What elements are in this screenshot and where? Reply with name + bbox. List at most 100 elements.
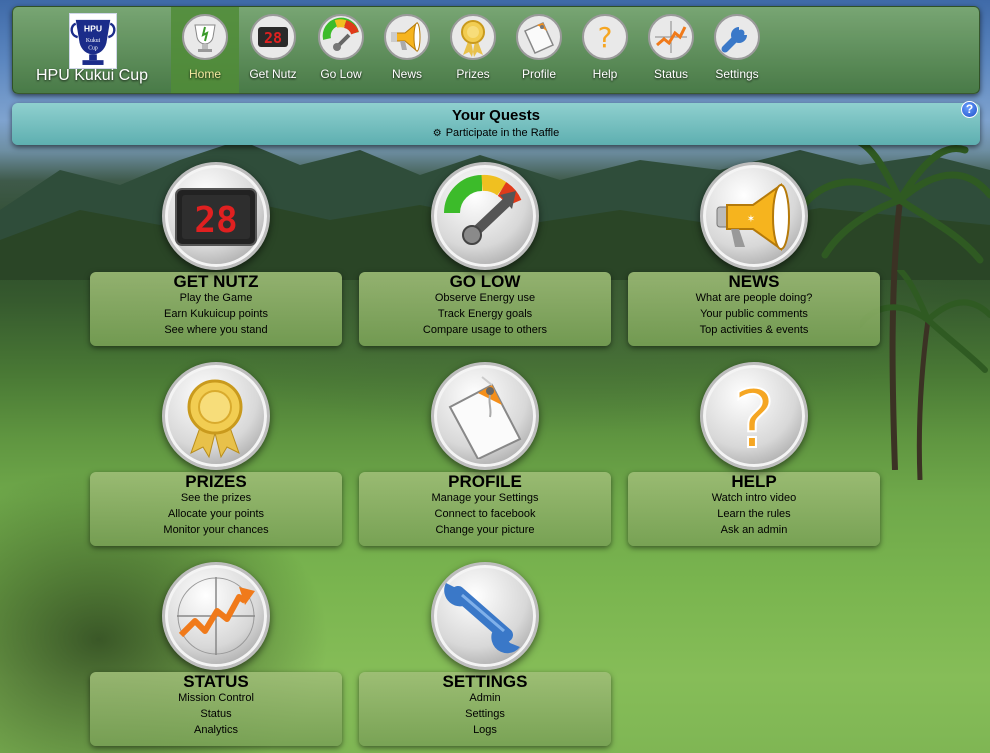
tile-line: Connect to facebook bbox=[434, 508, 536, 520]
tile-line: Admin bbox=[469, 692, 501, 704]
tile-line: Top activities & events bbox=[699, 324, 809, 336]
tile-title: GET NUTZ bbox=[173, 272, 259, 291]
tile-title: HELP bbox=[731, 472, 777, 491]
tile-line: Change your picture bbox=[435, 524, 535, 536]
nav-prizes-label: Prizes bbox=[456, 67, 490, 81]
tile-line: Watch intro video bbox=[711, 492, 797, 504]
tile-profile: PROFILE Manage your Settings Connect to … bbox=[359, 362, 611, 546]
gear-icon: ⚙ bbox=[432, 128, 442, 139]
question-mark-icon: ? bbox=[732, 373, 776, 459]
tile-settings: SETTINGS Admin Settings Logs bbox=[359, 562, 611, 746]
tile-title: PROFILE bbox=[448, 472, 522, 491]
nav-get-nutz-label: Get Nutz bbox=[249, 67, 297, 81]
tile-line: Play the Game bbox=[179, 292, 253, 304]
nav-help-label: Help bbox=[592, 67, 618, 81]
svg-text:Kukui: Kukui bbox=[86, 38, 101, 44]
tile-line: Manage your Settings bbox=[431, 492, 539, 504]
status-button[interactable] bbox=[162, 562, 270, 670]
nav-profile-label: Profile bbox=[521, 67, 556, 81]
nav-settings[interactable]: Settings bbox=[703, 7, 771, 93]
brand-name: HPU Kukui Cup bbox=[35, 67, 149, 84]
help-button[interactable]: ? bbox=[700, 362, 808, 470]
news-card[interactable]: NEWS What are people doing? Your public … bbox=[628, 272, 880, 346]
get-nutz-button[interactable]: 28 bbox=[162, 162, 270, 270]
svg-text:HPU: HPU bbox=[84, 23, 102, 33]
quests-help-button[interactable]: ? bbox=[961, 101, 978, 118]
svg-text:?: ? bbox=[598, 21, 613, 54]
prizes-card[interactable]: PRIZES See the prizes Allocate your poin… bbox=[90, 472, 342, 546]
go-low-button[interactable] bbox=[431, 162, 539, 270]
tile-line: See where you stand bbox=[164, 324, 268, 336]
wrench-icon bbox=[713, 13, 761, 61]
kukui-cup-logo-icon: HPU Kukui Cup bbox=[69, 13, 117, 69]
tile-line: See the prizes bbox=[180, 492, 252, 504]
nav-go-low[interactable]: Go Low bbox=[307, 7, 375, 93]
nav-profile[interactable]: Profile bbox=[505, 7, 573, 93]
energy-gauge-icon bbox=[317, 13, 365, 61]
trophy-icon bbox=[181, 13, 229, 61]
nav-get-nutz[interactable]: 28 Get Nutz bbox=[239, 7, 307, 93]
tile-title: STATUS bbox=[183, 672, 249, 691]
tile-line: Track Energy goals bbox=[437, 308, 533, 320]
megaphone-icon bbox=[383, 13, 431, 61]
ribbon-medal-icon bbox=[187, 379, 243, 459]
settings-card[interactable]: SETTINGS Admin Settings Logs bbox=[359, 672, 611, 746]
tile-line: Allocate your points bbox=[168, 508, 264, 520]
nav-settings-label: Settings bbox=[715, 67, 759, 81]
scoreboard-icon: 28 bbox=[249, 13, 297, 61]
prizes-button[interactable] bbox=[162, 362, 270, 470]
megaphone-icon: ✶ bbox=[716, 183, 790, 251]
tile-line: Status bbox=[200, 708, 232, 720]
tile-prizes: PRIZES See the prizes Allocate your poin… bbox=[90, 362, 342, 546]
chart-icon bbox=[177, 577, 255, 655]
quests-title: Your Quests bbox=[451, 107, 541, 124]
top-navigation-bar: HPU Kukui Cup HPU Kukui Cup Home 28 Get … bbox=[12, 6, 980, 94]
wrench-icon bbox=[444, 583, 520, 654]
get-nutz-card[interactable]: GET NUTZ Play the Game Earn Kukuicup poi… bbox=[90, 272, 342, 346]
scoreboard-digits: 28 bbox=[194, 200, 237, 241]
tile-title: SETTINGS bbox=[442, 672, 528, 691]
tile-line: Analytics bbox=[193, 724, 239, 736]
tile-line: Observe Energy use bbox=[434, 292, 536, 304]
tile-title: NEWS bbox=[728, 272, 780, 291]
profile-button[interactable] bbox=[431, 362, 539, 470]
tile-help: ? HELP Watch intro video Learn the rules… bbox=[628, 362, 880, 546]
help-card[interactable]: HELP Watch intro video Learn the rules A… bbox=[628, 472, 880, 546]
chart-icon bbox=[647, 13, 695, 61]
tile-line: Ask an admin bbox=[720, 524, 788, 536]
nav-status[interactable]: Status bbox=[637, 7, 705, 93]
svg-text:?: ? bbox=[733, 373, 775, 459]
news-button[interactable]: ✶ bbox=[700, 162, 808, 270]
tile-line: Compare usage to others bbox=[422, 324, 548, 336]
nav-news-label: News bbox=[391, 67, 422, 81]
tile-get-nutz: 28 GET NUTZ Play the Game Earn Kukuicup … bbox=[90, 162, 342, 346]
nav-prizes[interactable]: Prizes bbox=[439, 7, 507, 93]
tile-go-low: GO LOW Observe Energy use Track Energy g… bbox=[359, 162, 611, 346]
tile-line: Earn Kukuicup points bbox=[164, 308, 268, 320]
tile-line: What are people doing? bbox=[695, 292, 813, 304]
tile-line: Mission Control bbox=[178, 692, 254, 704]
id-tag-icon bbox=[515, 13, 563, 61]
tile-status: STATUS Mission Control Status Analytics bbox=[90, 562, 342, 746]
tile-line: Monitor your chances bbox=[163, 524, 269, 536]
nav-news[interactable]: News bbox=[373, 7, 441, 93]
settings-button[interactable] bbox=[431, 562, 539, 670]
quest-item-label: Participate in the Raffle bbox=[445, 127, 560, 139]
tile-news: ✶ NEWS What are people doing? Your publi… bbox=[628, 162, 880, 346]
question-mark-icon: ? bbox=[581, 13, 629, 61]
nav-home-label: Home bbox=[188, 67, 221, 81]
svg-text:✶: ✶ bbox=[747, 214, 755, 225]
nav-help[interactable]: ? Help bbox=[571, 7, 639, 93]
quest-item[interactable]: ⚙ Participate in the Raffle bbox=[12, 127, 980, 139]
scoreboard-digits-small: 28 bbox=[264, 29, 282, 47]
status-card[interactable]: STATUS Mission Control Status Analytics bbox=[90, 672, 342, 746]
nav-home[interactable]: Home bbox=[171, 7, 239, 93]
tile-line: Learn the rules bbox=[717, 508, 791, 520]
tile-line: Settings bbox=[465, 708, 505, 720]
tile-title: GO LOW bbox=[449, 272, 521, 291]
quests-bar: Your Quests ⚙ Participate in the Raffle ? bbox=[12, 101, 980, 145]
profile-card[interactable]: PROFILE Manage your Settings Connect to … bbox=[359, 472, 611, 546]
energy-gauge-icon bbox=[444, 174, 522, 245]
brand-logo[interactable]: HPU Kukui Cup HPU Kukui Cup bbox=[13, 7, 171, 95]
go-low-card[interactable]: GO LOW Observe Energy use Track Energy g… bbox=[359, 272, 611, 346]
